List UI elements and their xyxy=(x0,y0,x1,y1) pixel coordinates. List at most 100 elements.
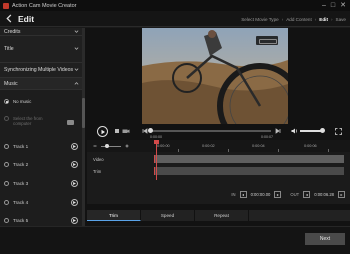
playhead[interactable] xyxy=(154,140,159,180)
option-label: No music xyxy=(13,99,32,104)
section-label: Music xyxy=(4,80,18,87)
track-label: Track 4 xyxy=(13,200,29,205)
row-label: Video xyxy=(93,156,104,162)
section-synchronizing[interactable]: Synchronizing Multiple Videos xyxy=(0,63,82,78)
out-next-button[interactable]: ▸ xyxy=(338,190,345,198)
play-track-icon[interactable]: ▸ xyxy=(71,199,78,206)
volume-slider[interactable] xyxy=(300,128,325,133)
in-out-controls: IN ◂ 0:00:00.00 ▸ OUT ◂ 0:00:06.28 ▸ xyxy=(228,189,346,199)
step-forward-icon[interactable] xyxy=(275,128,281,134)
section-music[interactable]: Music xyxy=(0,78,82,90)
radio-icon xyxy=(4,181,9,186)
track-5-option[interactable]: Track 5 ▸ xyxy=(4,215,80,226)
section-label: Title xyxy=(4,46,14,52)
step-separator-icon: › xyxy=(330,16,333,22)
no-music-option[interactable]: No music xyxy=(4,99,31,104)
window-controls: – □ ✕ xyxy=(322,1,346,10)
maximize-icon[interactable]: □ xyxy=(331,1,335,10)
chevron-up-icon xyxy=(74,81,79,85)
minimize-icon[interactable]: – xyxy=(322,1,326,10)
track-4-option[interactable]: Track 4 ▸ xyxy=(4,197,80,208)
tab-bar-filler xyxy=(249,210,350,221)
play-track-icon[interactable]: ▸ xyxy=(71,217,78,224)
ruler-mark xyxy=(328,149,329,152)
wizard-steps: Select Movie Type › Add Content › Edit ›… xyxy=(241,11,346,27)
step-separator-icon: › xyxy=(314,16,317,22)
stop-icon[interactable] xyxy=(114,128,120,134)
timeline-ruler[interactable]: 0:00:00 0:00:02 0:00:04 0:00:06 xyxy=(154,140,344,152)
editor-area: 0:00:00 0:00:07 0:00:00 0:00:02 0:00:04 … xyxy=(85,28,350,226)
play-track-icon[interactable]: ▸ xyxy=(71,143,78,150)
section-credits[interactable]: Credits xyxy=(0,28,82,36)
header: Edit Select Movie Type › Add Content › E… xyxy=(0,11,350,27)
app-icon xyxy=(3,2,9,9)
in-time[interactable]: 0:00:00.00 xyxy=(248,192,274,197)
radio-icon xyxy=(4,116,9,121)
trim-row: Trim xyxy=(87,166,350,176)
ruler-label: 0:00:00 xyxy=(157,144,170,148)
out-prev-button[interactable]: ◂ xyxy=(303,190,311,198)
track-label: Track 5 xyxy=(13,218,29,223)
ruler-mark xyxy=(278,149,279,152)
radio-icon xyxy=(4,218,9,223)
seek-knob[interactable] xyxy=(148,128,153,133)
row-label: Trim xyxy=(93,168,102,174)
video-preview[interactable] xyxy=(142,28,288,124)
play-track-icon[interactable]: ▸ xyxy=(71,161,78,168)
music-options: No music Select the from computer Track … xyxy=(0,90,82,226)
select-from-computer-option: Select the from computer xyxy=(4,116,43,126)
step-edit[interactable]: Edit xyxy=(319,17,328,22)
camera-icon[interactable] xyxy=(122,128,130,134)
track-label: Track 1 xyxy=(13,144,29,149)
seek-bar[interactable] xyxy=(148,128,271,133)
radio-icon xyxy=(4,200,9,205)
ruler-label: 0:00:06 xyxy=(304,144,317,148)
out-label: OUT xyxy=(290,191,300,197)
fullscreen-icon[interactable] xyxy=(335,128,342,135)
in-next-button[interactable]: ▸ xyxy=(274,190,282,198)
track-3-option[interactable]: Track 3 ▸ xyxy=(4,178,80,189)
close-icon[interactable]: ✕ xyxy=(340,1,346,10)
trim-lane[interactable] xyxy=(154,167,344,175)
track-label: Track 2 xyxy=(13,162,29,167)
footer: Next xyxy=(0,226,350,254)
video-lane[interactable] xyxy=(154,155,344,163)
track-1-option[interactable]: Track 1 ▸ xyxy=(4,141,80,152)
step-add-content[interactable]: Add Content xyxy=(286,17,312,22)
volume-knob[interactable] xyxy=(320,128,325,133)
time-end: 0:00:07 xyxy=(261,135,273,139)
video-row: Video xyxy=(87,154,350,164)
ruler-mark xyxy=(228,149,229,152)
volume-icon[interactable] xyxy=(291,128,298,134)
folder-icon[interactable] xyxy=(67,120,74,125)
option-label-line2: computer xyxy=(13,121,32,126)
section-label: Credits xyxy=(4,28,21,35)
tab-speed[interactable]: Speed xyxy=(141,210,195,221)
play-track-icon[interactable]: ▸ xyxy=(71,180,78,187)
out-time[interactable]: 0:00:06.28 xyxy=(311,192,337,197)
in-label: IN xyxy=(231,191,236,197)
zoom-in-icon[interactable] xyxy=(125,144,129,148)
step-save[interactable]: Save xyxy=(336,17,346,22)
zoom-knob[interactable] xyxy=(105,144,109,148)
tab-repeat[interactable]: Repeat xyxy=(195,210,249,221)
page-title: Edit xyxy=(18,13,35,24)
section-title[interactable]: Title xyxy=(0,36,82,63)
option-label: Select the from computer xyxy=(13,116,43,126)
zoom-track[interactable] xyxy=(101,145,121,147)
step-select-movie-type[interactable]: Select Movie Type xyxy=(241,17,278,22)
next-button[interactable]: Next xyxy=(305,233,345,245)
track-2-option[interactable]: Track 2 ▸ xyxy=(4,159,80,170)
in-prev-button[interactable]: ◂ xyxy=(239,190,247,198)
camera-overlay-icon xyxy=(256,36,278,45)
section-label: Synchronizing Multiple Videos xyxy=(4,67,74,73)
timeline-toolbar: 0:00:00 0:00:02 0:00:04 0:00:06 xyxy=(87,140,350,152)
back-arrow-icon[interactable] xyxy=(4,14,14,24)
radio-selected-icon xyxy=(4,99,9,104)
tab-trim[interactable]: Trim xyxy=(87,210,141,221)
zoom-control[interactable] xyxy=(93,144,137,148)
track-label: Track 3 xyxy=(13,181,29,186)
zoom-out-icon[interactable] xyxy=(93,144,97,148)
trim-handle[interactable] xyxy=(154,167,155,175)
play-button[interactable] xyxy=(97,126,108,137)
